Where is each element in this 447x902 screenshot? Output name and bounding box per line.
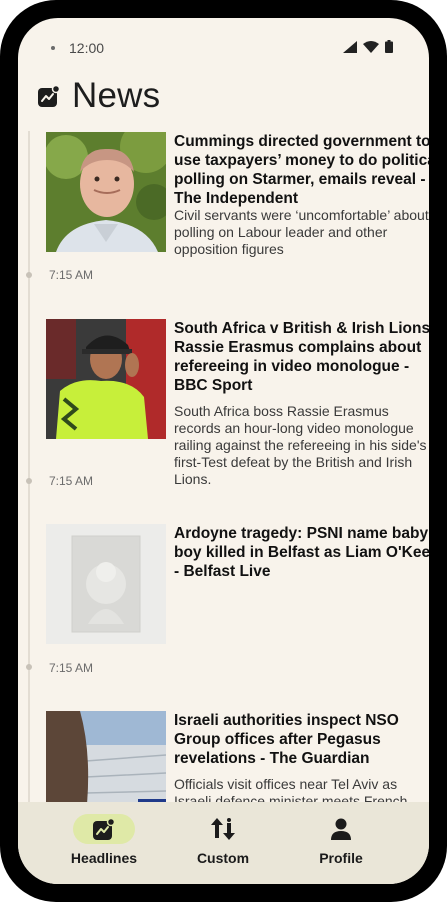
nav-label: Profile: [319, 850, 363, 866]
trending-icon: [93, 818, 115, 840]
bottom-navigation: Headlines Custom Profile: [18, 802, 429, 884]
article-card[interactable]: Ardoyne tragedy: PSNI name baby boy kill…: [46, 524, 429, 654]
active-indicator: [73, 814, 135, 844]
article-image-placeholder: [46, 524, 166, 644]
timeline-dot: [26, 664, 32, 670]
notification-dot: [51, 46, 55, 50]
article-card[interactable]: South Africa v British & Irish Lions: Ra…: [46, 319, 429, 489]
article-image: [46, 132, 166, 252]
sort-arrows-icon: [211, 818, 235, 840]
article-headline[interactable]: South Africa v British & Irish Lions: Ra…: [174, 319, 429, 395]
nav-item-headlines[interactable]: Headlines: [54, 814, 154, 866]
nav-label: Headlines: [70, 850, 138, 866]
timeline-dot: [26, 272, 32, 278]
status-icons: [343, 40, 393, 53]
article-card[interactable]: Cummings directed government to use taxp…: [46, 132, 429, 292]
status-bar: 12:00: [18, 18, 429, 76]
page-title: News: [72, 76, 161, 115]
article-headline[interactable]: Ardoyne tragedy: PSNI name baby boy kill…: [174, 524, 429, 581]
article-time: 7:15 AM: [49, 661, 94, 675]
article-image: [46, 319, 166, 439]
trending-icon: [38, 85, 60, 107]
nav-item-custom[interactable]: Custom: [173, 814, 273, 866]
article-summary: Civil servants were ‘uncomfortable’ abou…: [174, 207, 429, 257]
nav-icon-container: [310, 814, 372, 844]
device-frame: 12:00 News Cummings directed government …: [0, 0, 447, 902]
page-header: News: [38, 76, 160, 116]
battery-icon: [385, 40, 393, 53]
article-time: 7:15 AM: [49, 268, 94, 282]
article-headline[interactable]: Cummings directed government to use taxp…: [174, 132, 429, 208]
nav-item-profile[interactable]: Profile: [291, 814, 391, 866]
article-headline[interactable]: Israeli authorities inspect NSO Group of…: [174, 711, 429, 768]
status-time: 12:00: [69, 40, 105, 56]
nav-icon-container: [192, 814, 254, 844]
app-screen: 12:00 News Cummings directed government …: [18, 18, 429, 884]
nav-label: Custom: [196, 850, 250, 866]
timeline-dot: [26, 478, 32, 484]
person-icon: [331, 818, 351, 840]
article-summary: South Africa boss Rassie Erasmus records…: [174, 403, 427, 487]
signal-icon: [343, 40, 357, 53]
article-time: 7:15 AM: [49, 474, 94, 488]
wifi-icon: [363, 40, 379, 53]
